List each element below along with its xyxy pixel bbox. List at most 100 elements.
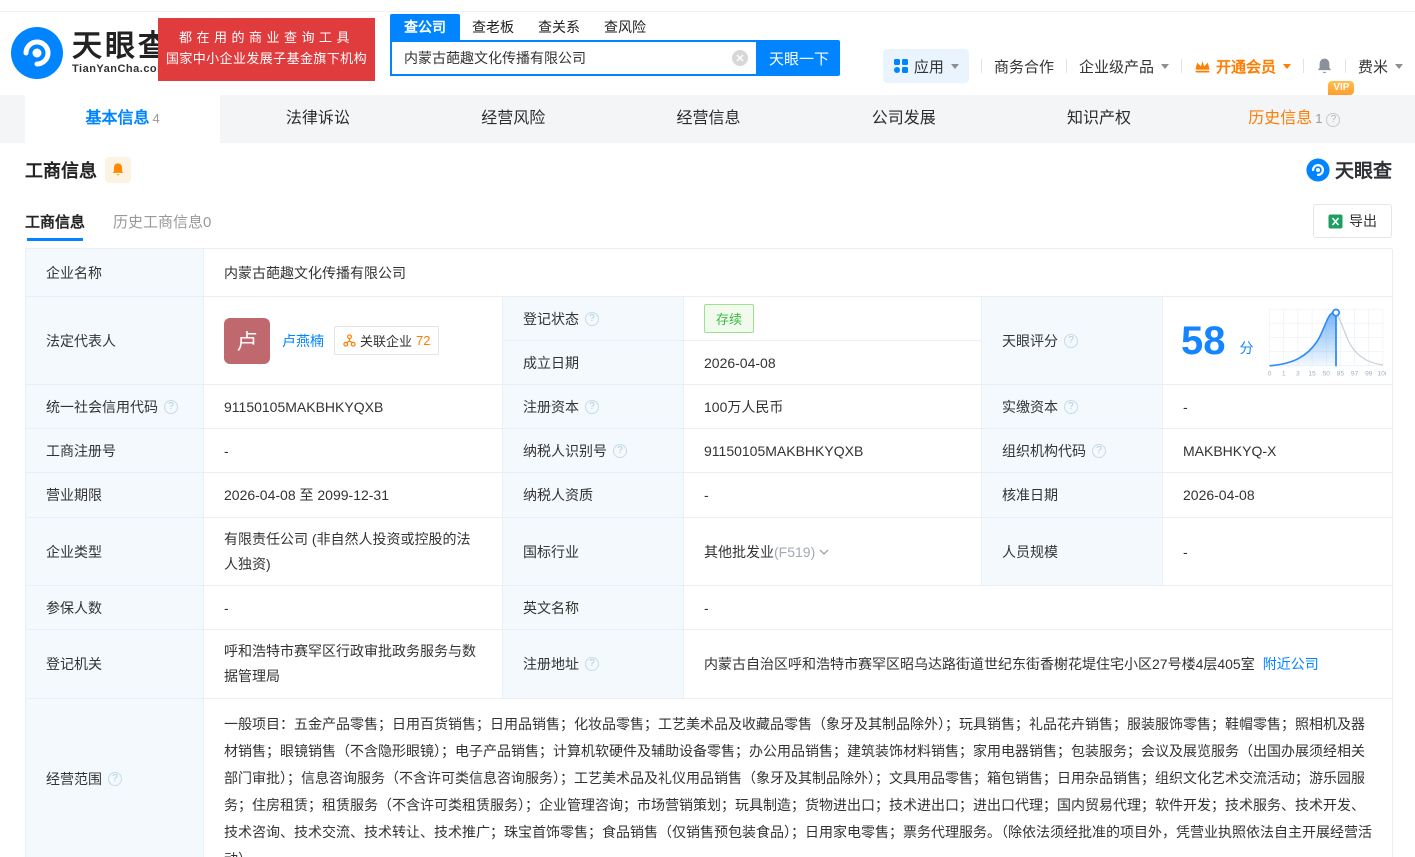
label-text: 成立日期 [523,354,579,371]
label-text: 英文名称 [523,599,579,616]
field-value-insured-count: - [204,586,503,630]
nearby-companies-link[interactable]: 附近公司 [1263,654,1319,674]
label-text: 实缴资本 [1002,398,1058,415]
search-tab-risk[interactable]: 查风险 [592,14,658,40]
tab-history-info[interactable]: 历史信息1 VIP [1197,81,1392,143]
tab-operation-info-label: 经营信息 [676,110,741,127]
field-value-industry[interactable]: 其他批发业 (F519) [684,518,982,586]
axis-tick: 3 [1296,370,1300,377]
address: 内蒙古自治区呼和浩特市赛罕区昭乌达路街道世纪东街香榭花堤住宅小区27号楼4层40… [704,656,1255,672]
label-text: 天眼评分 [1002,332,1058,349]
label-text: 组织机构代码 [1002,442,1086,459]
field-label-org-code: 组织机构代码 [982,429,1163,473]
tianyancha-logo[interactable]: 天眼查 TianYanCha.com [10,26,171,80]
notifications[interactable] [1316,57,1333,75]
tab-basic-info-count: 4 [152,111,160,126]
bell-icon [112,163,124,176]
field-label-taxpayer-quality: 纳税人资质 [503,473,684,518]
reg-authority: 呼和浩特市赛罕区行政审批政务服务与数据管理局 [224,643,476,684]
axis-tick: 100 [1377,370,1386,377]
help-icon[interactable] [585,657,599,671]
industry-name: 其他批发业 [704,543,774,560]
export-button[interactable]: 导出 [1313,204,1392,238]
field-label-staff-size: 人员规模 [982,518,1163,586]
field-value-reg-status: 存续 [684,297,982,341]
legal-rep-link[interactable]: 卢燕楠 [282,331,324,351]
field-label-reg-authority: 登记机关 [26,630,204,699]
search-input[interactable] [404,50,732,66]
search-tab-boss[interactable]: 查老板 [460,14,526,40]
search-area: 查公司 查老板 查关系 查风险 天眼一下 [390,14,840,76]
help-icon[interactable] [613,443,627,458]
company-type: 有限责任公司 (非自然人投资或控股的法人独资) [224,530,471,572]
business-scope: 一般项目：五金产品零售；日用百货销售；日用品销售；化妆品零售；工艺美术品及收藏品… [224,716,1372,857]
help-icon[interactable] [1064,333,1078,348]
help-icon[interactable] [1326,113,1341,127]
tab-development[interactable]: 公司发展 [806,95,1001,143]
brand-name: 天眼查 [72,30,171,63]
field-value-reg-authority: 呼和浩特市赛罕区行政审批政务服务与数据管理局 [204,630,503,699]
paid-capital: - [1183,398,1188,415]
label-text: 企业名称 [46,264,102,281]
related-companies-count: 72 [416,333,431,348]
field-label-business-term: 营业期限 [26,473,204,518]
field-value-company-name: 内蒙古葩趣文化传播有限公司 [204,249,1393,297]
field-value-reg-number: - [204,429,503,473]
search-tab-relation[interactable]: 查关系 [526,14,592,40]
field-label-company-name: 企业名称 [26,249,204,297]
tab-operation-info[interactable]: 经营信息 [611,95,806,143]
help-icon[interactable] [585,399,599,414]
org-code: MAKBHKYQ-X [1183,442,1277,459]
taxpayer-quality: - [704,487,709,503]
subtab-history-business-info[interactable]: 历史工商信息0 [113,211,211,232]
field-value-business-term: 2026-04-08 至 2099-12-31 [204,473,503,518]
tab-intellectual-property[interactable]: 知识产权 [1001,95,1196,143]
tab-history-count: 1 [1315,111,1323,126]
open-vip-menu[interactable]: 开通会员 [1194,56,1291,77]
crown-icon [1195,60,1210,72]
related-companies-badge[interactable]: 关联企业 72 [334,326,440,355]
field-value-establish-date: 2026-04-08 [684,341,982,385]
business-info-table: 企业名称 内蒙古葩趣文化传播有限公司 法定代表人 卢 卢燕楠 关联企业 72 登… [25,248,1393,857]
search-tab-company[interactable]: 查公司 [390,14,460,40]
user-menu[interactable]: 费米 [1358,56,1403,77]
field-value-english-name: - [684,586,1393,630]
score-distribution-chart: 0 1 3 15 50 85 97 99 100 [1267,308,1386,377]
field-value-score[interactable]: 58 分 0 1 3 15 50 85 97 99 10 [1163,297,1393,385]
legal-rep-avatar[interactable]: 卢 [224,317,270,364]
search-button[interactable]: 天眼一下 [758,40,840,76]
help-icon[interactable] [585,311,599,326]
score-unit: 分 [1239,339,1254,356]
chevron-down-icon [1395,63,1403,69]
menu-separator [1180,59,1182,73]
reg-number: - [224,442,229,459]
help-icon[interactable] [1092,443,1106,458]
cooperation-menu[interactable]: 商务合作 [994,56,1054,77]
tab-intellectual-property-label: 知识产权 [1067,110,1132,127]
tab-development-label: 公司发展 [871,110,936,127]
tab-basic-info[interactable]: 基本信息 4 [25,95,221,143]
tab-legal[interactable]: 法律诉讼 [220,95,415,143]
tab-legal-label: 法律诉讼 [285,110,350,127]
help-icon[interactable] [1064,399,1078,414]
field-label-reg-capital: 注册资本 [503,385,684,429]
apps-menu[interactable]: 应用 [882,49,969,83]
clear-icon[interactable] [732,50,748,66]
axis-tick: 97 [1350,370,1358,377]
vip-badge: VIP [1328,81,1355,95]
search-tabs: 查公司 查老板 查关系 查风险 [390,14,840,40]
label-text: 核准日期 [1002,487,1058,503]
header-menu: 应用 商务合作 企业级产品 开通会员 费米 [882,48,1403,84]
label-text: 法定代表人 [46,332,116,349]
axis-tick: 99 [1365,370,1373,377]
app-grid-icon [893,59,908,73]
field-label-establish-date: 成立日期 [503,341,684,385]
industry-code: (F519) [774,543,816,560]
subscribe-bell-button[interactable] [105,156,131,183]
tab-operating-risk[interactable]: 经营风险 [416,95,611,143]
help-icon[interactable] [108,772,122,786]
enterprise-products-menu[interactable]: 企业级产品 [1079,56,1169,77]
subtab-business-info[interactable]: 工商信息 [25,211,85,241]
label-text: 人员规模 [1002,543,1058,560]
help-icon[interactable] [164,399,178,414]
